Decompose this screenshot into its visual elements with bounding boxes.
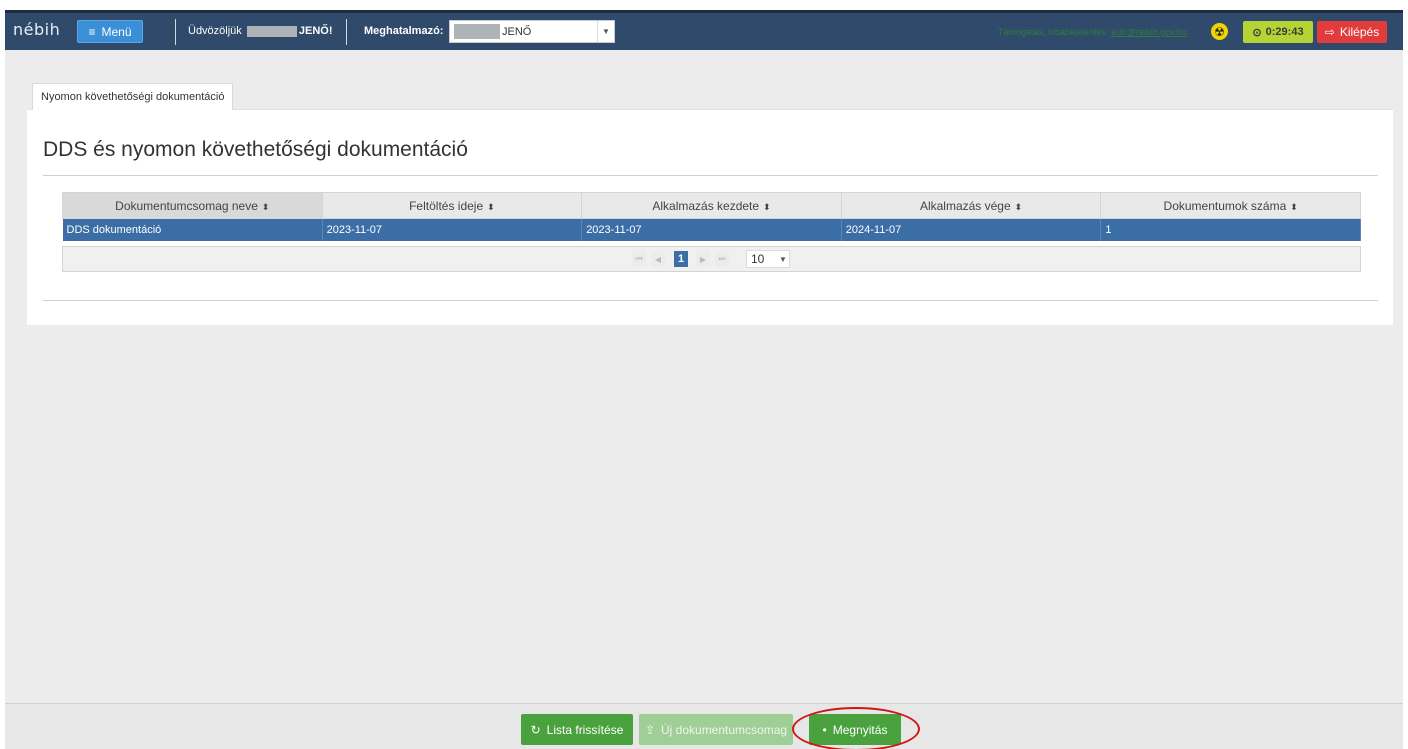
page-size-value: 10 <box>751 252 765 266</box>
column-header-upload-time[interactable]: Feltöltés ideje ⬍ <box>321 192 583 219</box>
chevron-down-icon[interactable]: ▼ <box>597 21 614 42</box>
sort-icon: ⬍ <box>763 201 771 212</box>
app-window: nébih ≡ Menü Üdvözöljük JENŐ! Meghatalma… <box>5 10 1403 749</box>
sort-icon: ⬍ <box>487 201 495 212</box>
timer-value: 0:29:43 <box>1265 26 1304 38</box>
highlight-annotation-ring <box>792 707 920 749</box>
nebih-logo: nébih <box>13 20 61 39</box>
table-header-row: Dokumentumcsomag neve ⬍ Feltöltés ideje ⬍ … <box>62 192 1361 219</box>
navbar-divider <box>346 19 347 45</box>
page-title: DDS és nyomon követhetőségi dokumentáció <box>43 138 468 161</box>
prev-page-icon[interactable]: ◀ <box>651 251 665 267</box>
proxy-select-value: JENŐ <box>502 25 532 38</box>
upload-icon: ⇪ <box>644 722 655 737</box>
sign-out-icon: ⇨ <box>1324 25 1335 39</box>
logout-label: Kilépés <box>1339 25 1380 39</box>
navbar-divider <box>175 19 176 45</box>
sort-icon: ⬍ <box>1014 201 1023 212</box>
page-number-current[interactable]: 1 <box>674 251 688 267</box>
column-header-doc-count[interactable]: Dokumentumok száma ⬍ <box>1100 192 1361 219</box>
pagination-bar: ⏮ ◀ 1 ▶ ⏭ 10 ▼ <box>62 246 1361 272</box>
cell-start: 2023-11-07 <box>581 218 842 241</box>
support-text: Támogatás, hibabejelentés: <box>998 27 1109 37</box>
action-footer: ↻ Lista frissítése ⇪ Új dokumentumcsomag… <box>5 703 1403 749</box>
column-header-package-name[interactable]: Dokumentumcsomag neve ⬍ <box>62 192 323 219</box>
refresh-icon: ↻ <box>530 722 541 737</box>
divider <box>43 300 1378 301</box>
sort-icon: ⬍ <box>261 201 270 212</box>
sort-icon: ⬍ <box>1290 201 1298 212</box>
proxy-label: Meghatalmazó: <box>364 25 444 37</box>
cell-upload-time: 2023-11-07 <box>322 218 583 241</box>
cell-end: 2024-11-07 <box>841 218 1102 241</box>
tab-label: Nyomon követhetőségi dokumentáció <box>41 91 225 103</box>
column-header-start[interactable]: Alkalmazás kezdete ⬍ <box>581 192 842 219</box>
support-info: Támogatás, hibabejelentés: eutr@nebih.go… <box>998 27 1187 37</box>
hamburger-icon: ≡ <box>88 24 96 39</box>
top-navbar: nébih ≡ Menü Üdvözöljük JENŐ! Meghatalma… <box>5 10 1403 50</box>
welcome-user-name: JENŐ! <box>298 25 333 37</box>
logout-button[interactable]: ⇨ Kilépés <box>1317 21 1387 43</box>
redacted-name <box>246 25 297 37</box>
radiation-icon[interactable]: ☢ <box>1211 23 1228 40</box>
last-page-icon[interactable]: ⏭ <box>715 251 729 267</box>
refresh-label: Lista frissítése <box>546 722 624 737</box>
cell-doc-count: 1 <box>1100 218 1361 241</box>
support-email-link[interactable]: eutr@nebih.gov.hu <box>1111 27 1187 37</box>
first-page-icon[interactable]: ⏮ <box>632 251 646 267</box>
welcome-prefix: Üdvözöljük <box>188 25 242 37</box>
menu-label: Menü <box>101 24 132 39</box>
next-page-icon[interactable]: ▶ <box>696 251 710 267</box>
new-package-button[interactable]: ⇪ Új dokumentumcsomag <box>639 714 793 745</box>
session-timer: ⊙ 0:29:43 <box>1243 21 1313 43</box>
new-package-label: Új dokumentumcsomag <box>661 722 788 737</box>
table-row[interactable]: DDS dokumentáció 2023-11-07 2023-11-07 2… <box>62 218 1361 241</box>
welcome-text: Üdvözöljük JENŐ! <box>188 25 333 37</box>
proxy-select[interactable]: JENŐ ▼ <box>449 20 615 43</box>
tab-traceability-docs[interactable]: Nyomon követhetőségi dokumentáció <box>32 83 234 110</box>
column-header-end[interactable]: Alkalmazás vége ⬍ <box>840 192 1102 219</box>
page-size-select[interactable]: 10 ▼ <box>746 250 790 268</box>
refresh-list-button[interactable]: ↻ Lista frissítése <box>521 714 633 745</box>
redacted-proxy-name <box>454 24 500 39</box>
clock-icon: ⊙ <box>1252 26 1262 39</box>
documents-table: Dokumentumcsomag neve ⬍ Feltöltés ideje ⬍ … <box>62 192 1361 241</box>
menu-button[interactable]: ≡ Menü <box>77 20 143 43</box>
chevron-down-icon: ▼ <box>779 254 787 264</box>
cell-package-name: DDS dokumentáció <box>62 218 323 241</box>
divider <box>43 175 1378 176</box>
